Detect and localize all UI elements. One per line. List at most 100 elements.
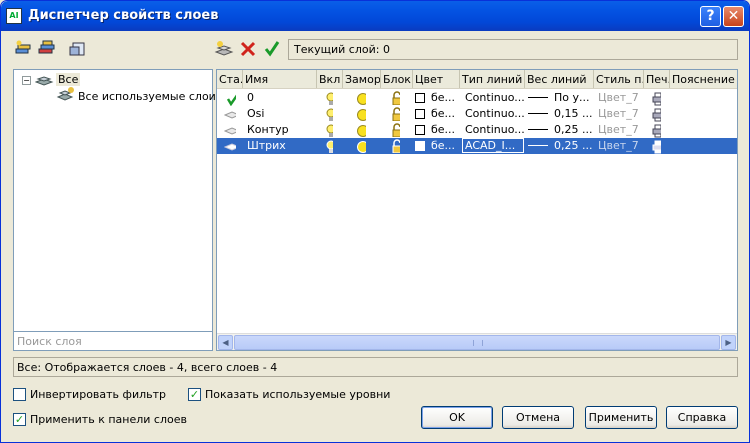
layer-name: Штрих <box>247 139 286 152</box>
help-dialog-button[interactable]: Справка <box>666 406 738 429</box>
layer-linetype[interactable]: ACAD_I... <box>462 138 524 153</box>
new-group-filter-button[interactable] <box>37 39 57 59</box>
col-freeze[interactable]: Замор... <box>343 70 381 88</box>
layer-plot-style: Цвет_7 <box>598 139 639 152</box>
lightbulb-on-icon[interactable] <box>323 123 335 139</box>
padlock-open-icon[interactable] <box>388 138 402 154</box>
scroll-thumb[interactable] <box>234 335 720 350</box>
layer-grid[interactable]: Ста... Имя Вкл Замор... Блок... Цвет Тип… <box>216 69 738 351</box>
padlock-open-icon[interactable] <box>388 122 402 138</box>
group-filter-icon <box>38 40 55 54</box>
layer-lineweight[interactable]: 0,25 ... <box>552 122 594 138</box>
layer-lineweight[interactable]: 0,15 ... <box>552 106 594 122</box>
new-layer-button[interactable] <box>214 39 234 59</box>
layer-row[interactable]: 0 бе... Continuo... По у... Цвет_7 <box>217 90 737 106</box>
grid-header: Ста... Имя Вкл Замор... Блок... Цвет Тип… <box>217 70 737 89</box>
layer-plot-style: Цвет_7 <box>598 107 639 120</box>
layer-color[interactable]: бе... <box>429 106 457 122</box>
status-bar: Все: Отображается слоев - 4, всего слоев… <box>13 357 738 377</box>
delete-layer-button[interactable] <box>238 39 258 59</box>
scroll-right-button[interactable]: ▶ <box>721 335 736 350</box>
apply-button[interactable]: Применить <box>585 406 657 429</box>
collapse-toggle[interactable]: − <box>22 76 31 85</box>
col-name[interactable]: Имя <box>243 70 317 88</box>
invert-filter-label: Инвертировать фильтр <box>30 388 166 401</box>
lightbulb-on-icon[interactable] <box>323 91 335 107</box>
layer-linetype[interactable]: Continuo... <box>463 122 527 138</box>
color-swatch[interactable] <box>415 125 425 135</box>
layer-row[interactable]: Контур бе... Continuo... 0,25 ... Цвет_7 <box>217 122 737 138</box>
ok-button[interactable]: OK <box>421 406 493 429</box>
printer-icon[interactable] <box>649 91 663 107</box>
col-linetype[interactable]: Тип линий <box>460 70 525 88</box>
printer-icon[interactable] <box>649 139 663 155</box>
col-description[interactable]: Пояснение <box>670 70 737 88</box>
close-icon: ✕ <box>727 8 740 24</box>
cancel-button[interactable]: Отмена <box>502 406 574 429</box>
col-lock[interactable]: Блок... <box>381 70 413 88</box>
delete-icon <box>240 41 256 57</box>
show-used-levels-label: Показать используемые уровни <box>205 388 391 401</box>
new-property-filter-button[interactable] <box>13 39 33 59</box>
current-layer-label: Текущий слой: 0 <box>288 39 738 60</box>
layer-plot-style: Цвет_7 <box>598 123 639 136</box>
col-on[interactable]: Вкл <box>317 70 343 88</box>
new-layer-icon <box>214 41 234 56</box>
sun-thaw-icon[interactable] <box>354 123 368 139</box>
layer-row[interactable]: Osi бе... Continuo... 0,15 ... Цвет_7 <box>217 106 737 122</box>
printer-icon[interactable] <box>649 107 663 123</box>
padlock-open-icon[interactable] <box>388 106 402 122</box>
tree-item-used-layers[interactable]: Все используемые слои <box>78 90 216 103</box>
app-icon: AI <box>6 8 22 24</box>
col-lineweight[interactable]: Вес линий <box>525 70 594 88</box>
col-status[interactable]: Ста... <box>217 70 243 88</box>
layer-name: Osi <box>247 107 265 120</box>
close-button[interactable]: ✕ <box>723 6 744 27</box>
layer-name: 0 <box>247 91 254 104</box>
show-used-levels-checkbox[interactable]: ✓ <box>188 388 201 401</box>
layer-name: Контур <box>247 123 289 136</box>
layer-color[interactable]: бе... <box>429 138 457 154</box>
layer-properties-dialog: AI Диспетчер свойств слоев ? ✕ Текущий с… <box>0 0 750 443</box>
lightbulb-on-icon[interactable] <box>323 107 335 123</box>
color-swatch[interactable] <box>415 93 425 103</box>
printer-icon[interactable] <box>649 123 663 139</box>
help-icon: ? <box>706 8 715 24</box>
apply-to-layers-panel-checkbox[interactable]: ✓ <box>13 413 26 426</box>
horizontal-scrollbar[interactable]: ◀ ▶ <box>217 333 737 350</box>
used-layers-icon <box>56 87 74 101</box>
layer-lineweight[interactable]: По у... <box>552 90 592 106</box>
color-swatch[interactable] <box>415 109 425 119</box>
layer-states-manager-button[interactable] <box>67 39 87 59</box>
col-color[interactable]: Цвет <box>413 70 460 88</box>
tree-item-all[interactable]: Все <box>56 73 81 86</box>
layers-icon <box>35 76 54 86</box>
layer-lineweight[interactable]: 0,25 ... <box>552 138 594 154</box>
padlock-open-icon[interactable] <box>388 90 402 106</box>
help-button[interactable]: ? <box>700 6 721 27</box>
layer-linetype[interactable]: Continuo... <box>463 106 527 122</box>
scroll-grip <box>473 340 483 346</box>
col-plot[interactable]: Печ... <box>644 70 670 88</box>
sun-thaw-icon[interactable] <box>354 91 368 107</box>
layer-states-icon <box>69 42 85 56</box>
new-filter-icon <box>15 40 31 54</box>
window-title: Диспетчер свойств слоев <box>28 8 219 23</box>
filter-tree[interactable]: − Все Все используемые слои <box>13 69 216 351</box>
layer-row-selected[interactable]: Штрих бе... ACAD_I... 0,25 ... Цвет_7 <box>217 138 737 154</box>
layer-color[interactable]: бе... <box>429 122 457 138</box>
search-layer-input[interactable]: Поиск слоя <box>13 331 213 351</box>
invert-filter-checkbox[interactable] <box>13 388 26 401</box>
sun-thaw-icon[interactable] <box>354 107 368 123</box>
lineweight-sample <box>528 145 548 146</box>
col-plot-style[interactable]: Стиль п... <box>594 70 644 88</box>
scroll-left-button[interactable]: ◀ <box>218 335 233 350</box>
lineweight-sample <box>528 129 548 130</box>
set-current-button[interactable] <box>262 39 282 59</box>
layer-linetype[interactable]: Continuo... <box>463 90 527 106</box>
layer-color[interactable]: бе... <box>429 90 457 106</box>
lightbulb-on-icon[interactable] <box>323 139 335 155</box>
checkmark-icon <box>264 41 280 57</box>
color-swatch[interactable] <box>415 141 425 151</box>
sun-thaw-icon[interactable] <box>354 139 368 155</box>
